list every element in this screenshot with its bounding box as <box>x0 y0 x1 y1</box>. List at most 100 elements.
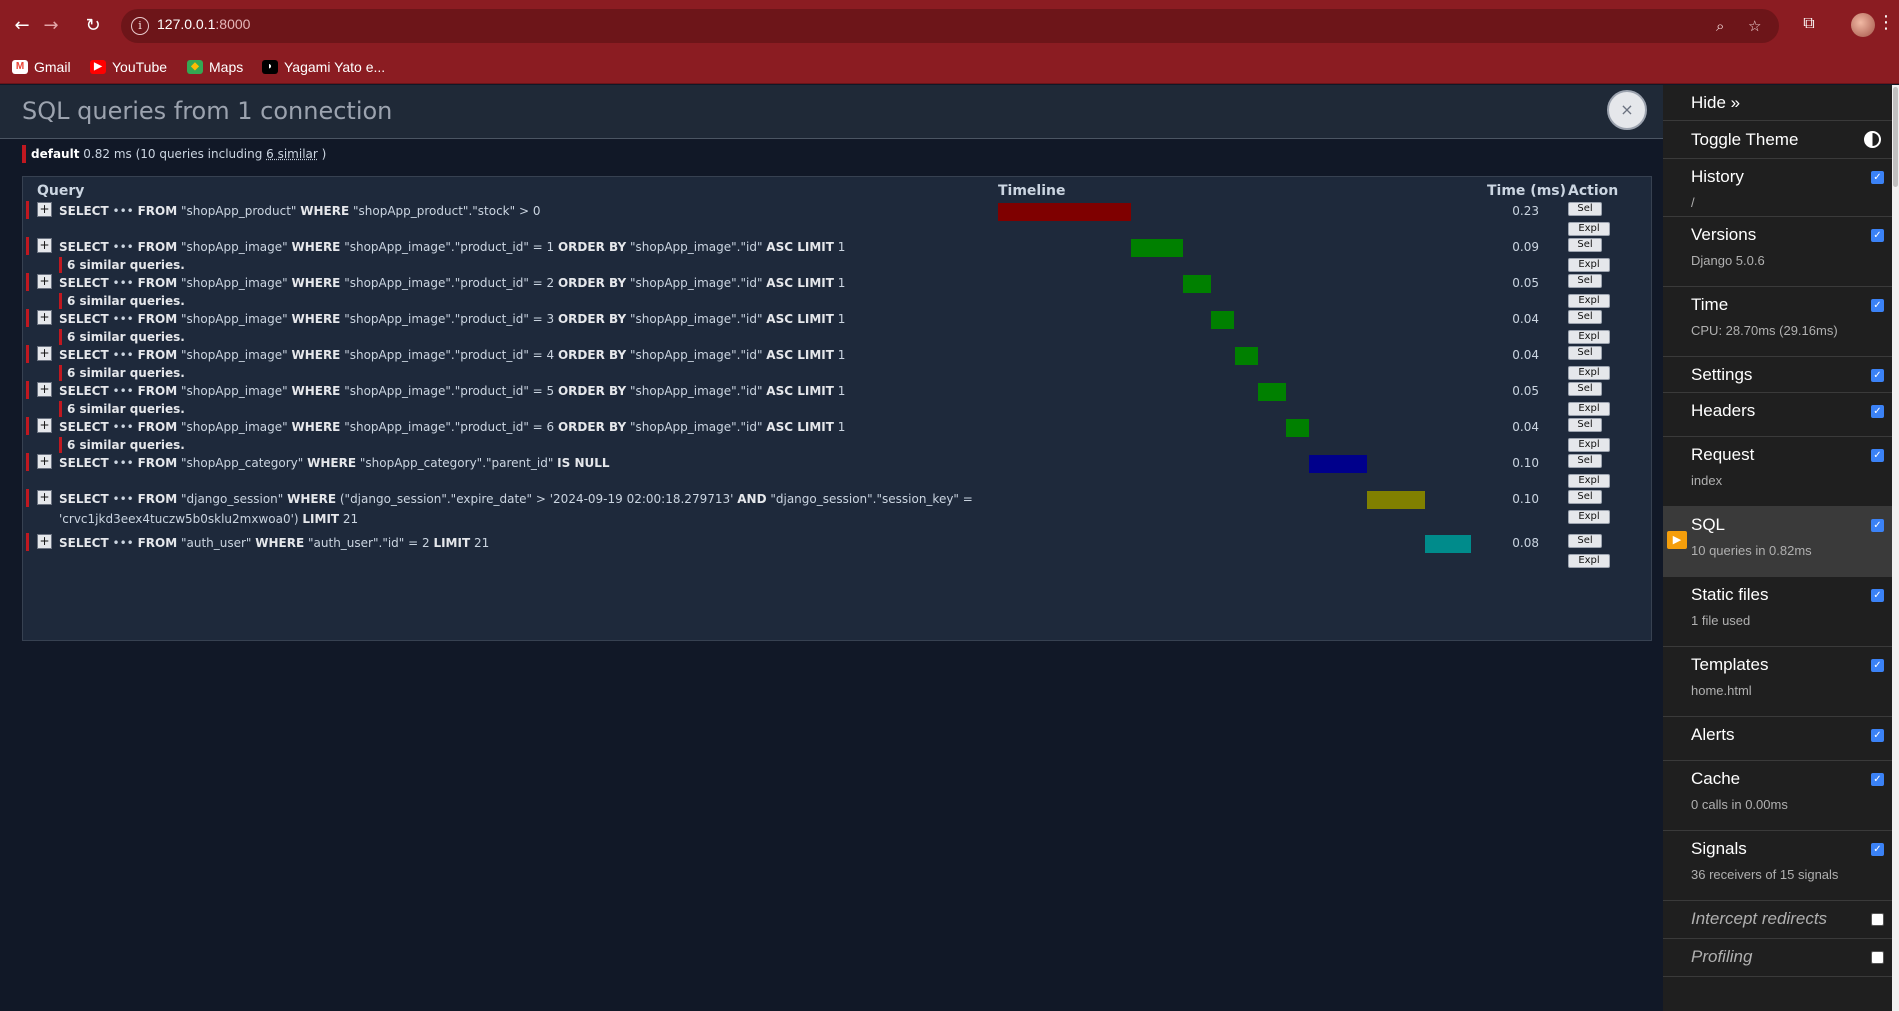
bookmark-youtube[interactable]: ▶ YouTube <box>90 55 167 79</box>
expand-query-button[interactable]: + <box>37 418 52 433</box>
toolbar-item-settings[interactable]: Settings ✓ <box>1663 357 1892 393</box>
db-alias: default <box>31 147 80 161</box>
expand-query-button[interactable]: + <box>37 274 52 289</box>
expand-query-button[interactable]: + <box>37 238 52 253</box>
query-text: SELECT ••• FROM "shopApp_image" WHERE "s… <box>59 384 846 398</box>
toolbar-item-versions[interactable]: Versions Django 5.0.6 ✓ <box>1663 217 1892 287</box>
select-button[interactable]: Sel <box>1568 454 1602 468</box>
toolbar-item-cache[interactable]: Cache 0 calls in 0.00ms ✓ <box>1663 761 1892 831</box>
select-button[interactable]: Sel <box>1568 238 1602 252</box>
select-button[interactable]: Sel <box>1568 490 1602 504</box>
row-marker <box>26 237 29 255</box>
toolbar-item-checkbox[interactable]: ✓ <box>1871 171 1884 184</box>
toolbar-item-checkbox[interactable]: ✓ <box>1871 729 1884 742</box>
toolbar-item-templates[interactable]: Templates home.html ✓ <box>1663 647 1892 717</box>
toolbar-item-intercept-redirects[interactable]: Intercept redirects <box>1663 901 1892 939</box>
toolbar-hide-button[interactable]: Hide » <box>1663 85 1892 121</box>
toolbar-item-alerts[interactable]: Alerts ✓ <box>1663 717 1892 761</box>
explain-button[interactable]: Expl <box>1568 510 1610 524</box>
toolbar-item-checkbox[interactable]: ✓ <box>1871 519 1884 532</box>
toolbar-item-checkbox[interactable]: ✓ <box>1871 369 1884 382</box>
address-bar[interactable]: i 127.0.0.1:8000 ⌕ ☆ <box>121 9 1779 43</box>
toolbar-item-headers[interactable]: Headers ✓ <box>1663 393 1892 437</box>
toolbar-item-checkbox[interactable]: ✓ <box>1871 299 1884 312</box>
select-button[interactable]: Sel <box>1568 346 1602 360</box>
toolbar-item-checkbox[interactable]: ✓ <box>1871 449 1884 462</box>
toolbar-item-checkbox[interactable]: ✓ <box>1871 773 1884 786</box>
query-time: 0.23 <box>1512 204 1539 218</box>
explain-button[interactable]: Expl <box>1568 438 1610 452</box>
bookmark-gmail[interactable]: M Gmail <box>12 55 71 79</box>
menu-icon[interactable]: ⋮ <box>1877 12 1895 33</box>
forward-icon[interactable]: → <box>38 13 64 39</box>
back-icon[interactable]: ← <box>9 13 35 39</box>
expand-query-button[interactable]: + <box>37 202 52 217</box>
toolbar-item-checkbox[interactable]: ✓ <box>1871 229 1884 242</box>
similar-queries-label: 6 similar queries. <box>59 401 185 417</box>
timeline-bar <box>1424 535 1471 553</box>
toolbar-item-history[interactable]: History / ✓ <box>1663 159 1892 217</box>
expand-query-button[interactable]: + <box>37 454 52 469</box>
explain-button[interactable]: Expl <box>1568 222 1610 236</box>
extensions-icon[interactable]: ⧉ <box>1797 13 1821 37</box>
query-time: 0.05 <box>1512 276 1539 290</box>
explain-button[interactable]: Expl <box>1568 294 1610 308</box>
toolbar-item-checkbox[interactable]: ✓ <box>1871 405 1884 418</box>
toolbar-item-checkbox[interactable] <box>1871 913 1884 926</box>
expand-query-button[interactable]: + <box>37 490 52 505</box>
toolbar-item-checkbox[interactable]: ✓ <box>1871 659 1884 672</box>
toolbar-item-checkbox[interactable]: ✓ <box>1871 843 1884 856</box>
toolbar-item-checkbox[interactable] <box>1871 951 1884 964</box>
query-time: 0.09 <box>1512 240 1539 254</box>
toolbar-item-profiling[interactable]: Profiling <box>1663 939 1892 977</box>
toolbar-item-time[interactable]: Time CPU: 28.70ms (29.16ms) ✓ <box>1663 287 1892 357</box>
query-text: SELECT ••• FROM "shopApp_category" WHERE… <box>59 456 610 470</box>
select-button[interactable]: Sel <box>1568 418 1602 432</box>
bookmark-yagami[interactable]: ◗ Yagami Yato e... <box>262 55 385 79</box>
expand-query-button[interactable]: + <box>37 346 52 361</box>
bookmark-maps[interactable]: ◆ Maps <box>187 55 243 79</box>
query-time: 0.04 <box>1512 312 1539 326</box>
explain-button[interactable]: Expl <box>1568 330 1610 344</box>
expand-query-button[interactable]: + <box>37 310 52 325</box>
toolbar-item-checkbox[interactable]: ✓ <box>1871 589 1884 602</box>
timeline-bar <box>1367 491 1425 509</box>
sql-panel: SQL queries from 1 connection × default … <box>0 85 1663 1011</box>
select-button[interactable]: Sel <box>1568 310 1602 324</box>
toolbar-item-request[interactable]: Request index ✓ <box>1663 437 1892 507</box>
url-text[interactable]: 127.0.0.1:8000 <box>157 16 250 32</box>
explain-button[interactable]: Expl <box>1568 554 1610 568</box>
profile-avatar[interactable] <box>1851 13 1875 37</box>
select-button[interactable]: Sel <box>1568 202 1602 216</box>
select-button[interactable]: Sel <box>1568 382 1602 396</box>
query-text: SELECT ••• FROM "auth_user" WHERE "auth_… <box>59 536 490 550</box>
toggle-theme-button[interactable]: Toggle Theme <box>1663 121 1892 159</box>
explain-button[interactable]: Expl <box>1568 402 1610 416</box>
toolbar-item-label: History <box>1691 167 1744 186</box>
expand-query-button[interactable]: + <box>37 382 52 397</box>
similar-link[interactable]: 6 similar <box>266 147 318 161</box>
toolbar-item-static-files[interactable]: Static files 1 file used ✓ <box>1663 577 1892 647</box>
similar-queries-label: 6 similar queries. <box>59 293 185 309</box>
toolbar-item-label: Signals <box>1691 839 1747 858</box>
toolbar-item-subtitle: home.html <box>1691 683 1752 698</box>
scrollbar-thumb[interactable] <box>1893 87 1898 187</box>
query-time: 0.04 <box>1512 348 1539 362</box>
timeline-bar <box>1182 275 1212 293</box>
toolbar-item-sql[interactable]: SQL 10 queries in 0.82ms ✓ ▶ <box>1663 507 1892 577</box>
zoom-icon[interactable]: ⌕ <box>1716 17 1724 35</box>
reload-icon[interactable]: ↻ <box>80 13 106 39</box>
select-button[interactable]: Sel <box>1568 274 1602 288</box>
expand-query-button[interactable]: + <box>37 534 52 549</box>
header-query: Query <box>37 183 85 199</box>
query-text: SELECT ••• FROM "shopApp_image" WHERE "s… <box>59 420 846 434</box>
explain-button[interactable]: Expl <box>1568 366 1610 380</box>
close-panel-button[interactable]: × <box>1607 90 1647 130</box>
select-button[interactable]: Sel <box>1568 534 1602 548</box>
bookmark-star-icon[interactable]: ☆ <box>1748 17 1761 35</box>
toolbar-item-signals[interactable]: Signals 36 receivers of 15 signals ✓ <box>1663 831 1892 901</box>
scrollbar[interactable] <box>1892 85 1899 1011</box>
explain-button[interactable]: Expl <box>1568 474 1610 488</box>
explain-button[interactable]: Expl <box>1568 258 1610 272</box>
site-info-icon[interactable]: i <box>131 17 149 35</box>
